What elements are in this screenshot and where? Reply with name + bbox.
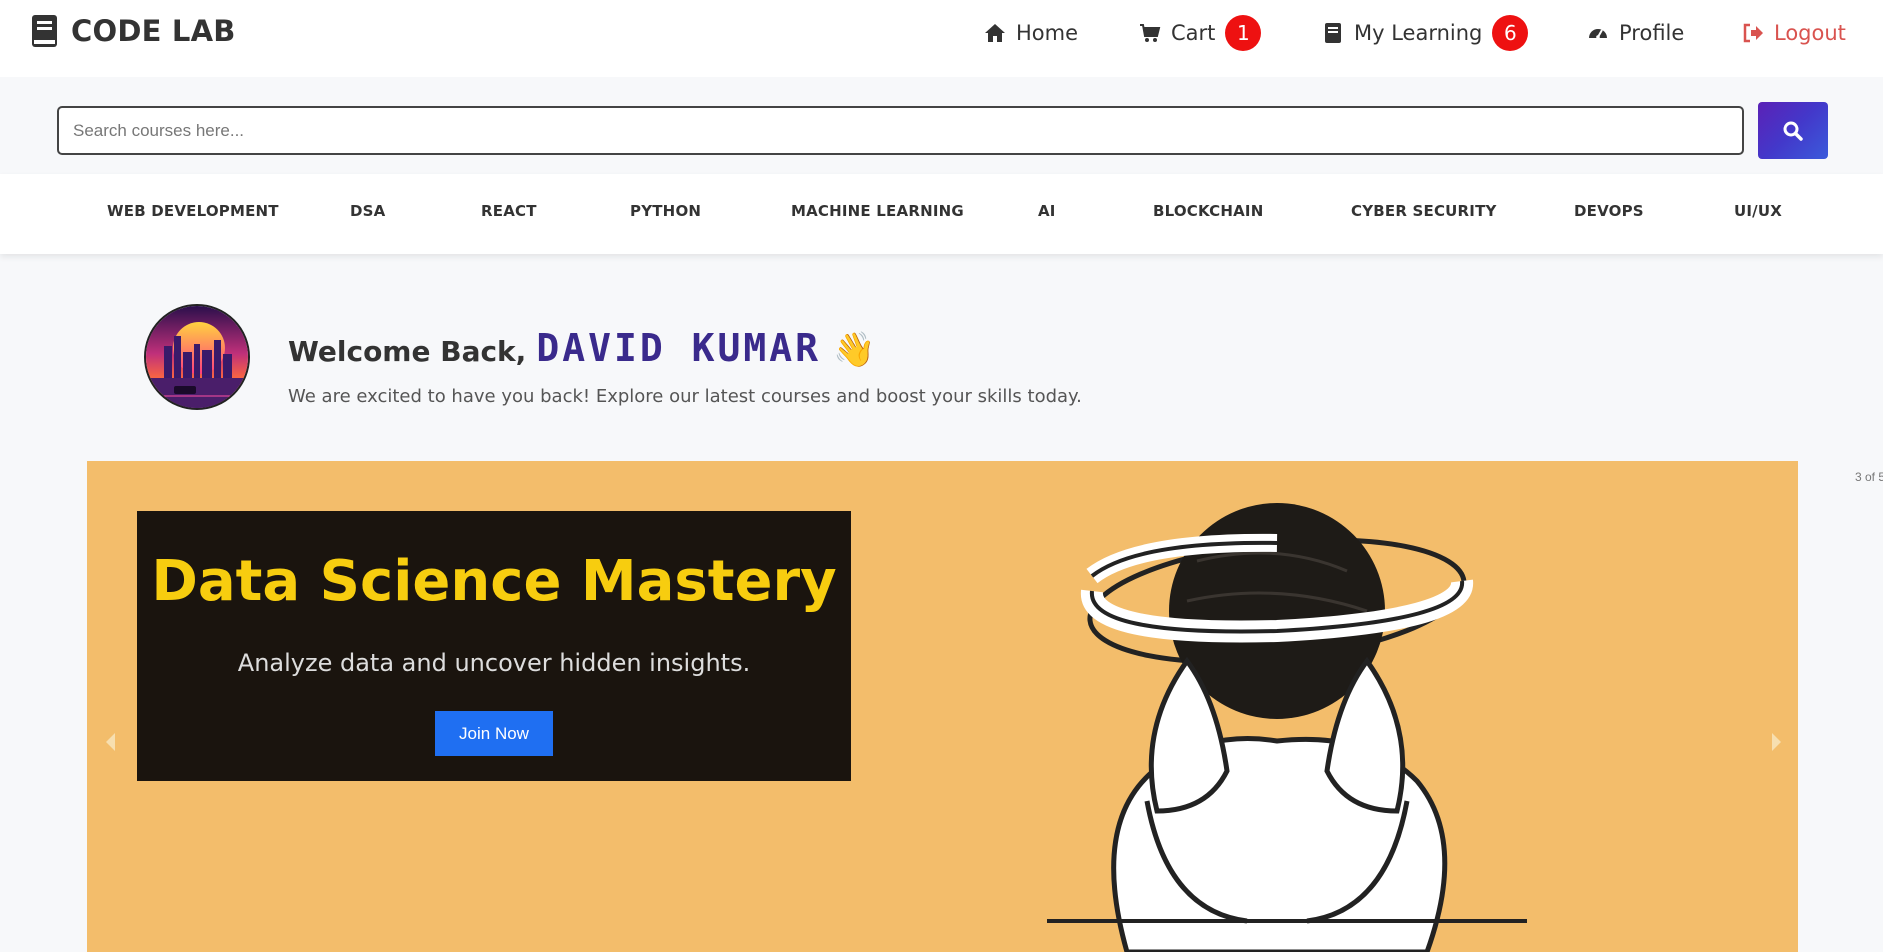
brand[interactable]: CODE LAB	[31, 14, 236, 48]
search-input[interactable]	[57, 106, 1744, 155]
nav-my-learning[interactable]: My Learning 6	[1322, 15, 1529, 51]
top-navbar: CODE LAB Home Cart 1 My Learning 6 Profi…	[0, 0, 1883, 77]
book-icon	[32, 15, 57, 47]
dashboard-icon	[1589, 29, 1607, 39]
chevron-right-icon[interactable]	[1770, 731, 1784, 753]
wave-emoji: 👋	[833, 331, 876, 369]
category-react[interactable]: REACT	[481, 202, 537, 220]
carousel-counter: 3 of 5	[1855, 470, 1883, 484]
logout-icon	[1743, 23, 1763, 43]
welcome-subtitle: We are excited to have you back! Explore…	[288, 386, 1082, 407]
category-machine-learning[interactable]: MACHINE LEARNING	[791, 202, 964, 220]
search-button[interactable]	[1758, 102, 1828, 159]
category-cyber-security[interactable]: CYBER SECURITY	[1351, 202, 1497, 220]
nav-my-learning-label: My Learning	[1354, 21, 1483, 45]
join-now-button[interactable]: Join Now	[435, 711, 553, 756]
nav-home-label: Home	[1016, 21, 1079, 45]
search-icon	[1783, 121, 1803, 141]
slide-caption-box: Data Science Mastery Analyze data and un…	[137, 511, 851, 781]
user-name: DAVID KUMAR	[536, 326, 821, 370]
cart-icon	[1140, 24, 1161, 42]
search-bar	[0, 77, 1883, 174]
hero-carousel: Data Science Mastery Analyze data and un…	[87, 461, 1798, 952]
nav-profile[interactable]: Profile	[1587, 15, 1684, 51]
chevron-left-icon[interactable]	[103, 731, 117, 753]
nav-home[interactable]: Home	[984, 15, 1078, 51]
cart-count-badge: 1	[1225, 15, 1262, 51]
nav-profile-label: Profile	[1619, 21, 1685, 45]
welcome-heading: Welcome Back, DAVID KUMAR 👋	[288, 326, 875, 370]
category-ui-ux[interactable]: UI/UX	[1734, 202, 1782, 220]
category-ai[interactable]: AI	[1038, 202, 1056, 220]
nav-cart-label: Cart	[1171, 21, 1216, 45]
nav-cart[interactable]: Cart 1	[1139, 15, 1262, 51]
learning-count-badge: 6	[1492, 15, 1529, 51]
avatar[interactable]	[144, 304, 250, 410]
slide-illustration	[1047, 503, 1527, 952]
category-bar: WEB DEVELOPMENT DSA REACT PYTHON MACHINE…	[0, 174, 1883, 254]
nav-logout-label: Logout	[1774, 21, 1846, 45]
nav-logout[interactable]: Logout	[1742, 15, 1846, 51]
category-dsa[interactable]: DSA	[350, 202, 385, 220]
book-icon	[1325, 23, 1341, 43]
category-devops[interactable]: DEVOPS	[1574, 202, 1644, 220]
slide-subtitle: Analyze data and uncover hidden insights…	[237, 649, 751, 677]
category-blockchain[interactable]: BLOCKCHAIN	[1153, 202, 1263, 220]
welcome-prefix: Welcome Back,	[288, 335, 527, 368]
slide-title: Data Science Mastery	[151, 549, 837, 614]
category-python[interactable]: PYTHON	[630, 202, 701, 220]
avatar-image	[146, 306, 248, 408]
category-web-development[interactable]: WEB DEVELOPMENT	[107, 202, 279, 220]
home-icon	[985, 24, 1005, 42]
brand-name: CODE LAB	[71, 14, 236, 48]
